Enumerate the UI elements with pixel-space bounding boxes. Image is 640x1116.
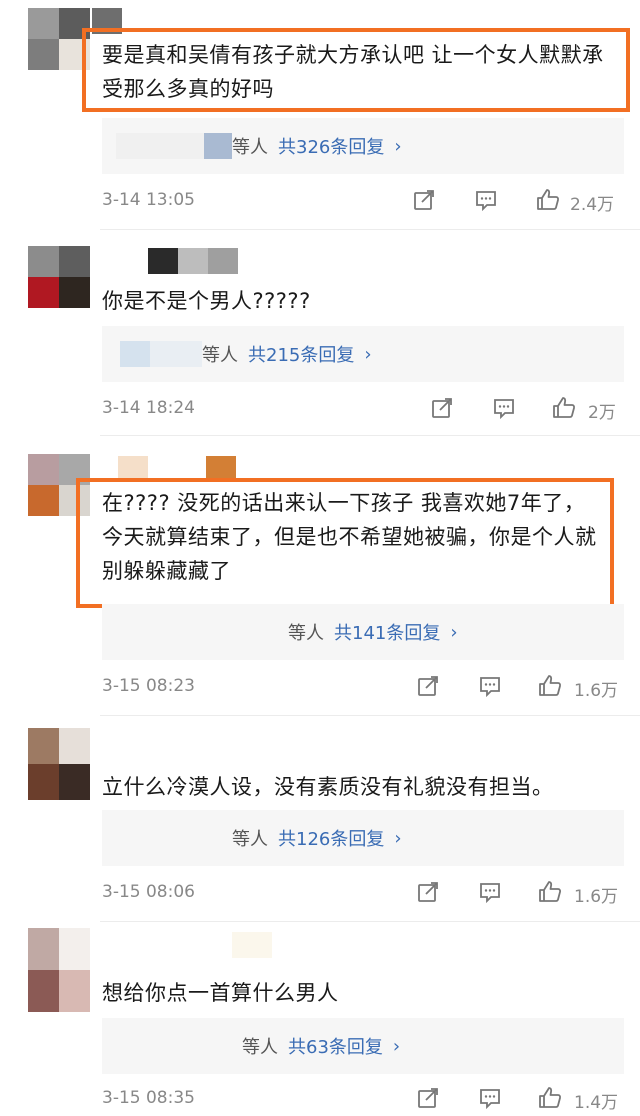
comment-meta: 3-15 08:23 1.6万 xyxy=(102,674,624,704)
like-count: 1.6万 xyxy=(574,681,619,701)
reply-user-blurred xyxy=(204,133,232,159)
comment-meta: 3-15 08:06 1.6万 xyxy=(102,880,624,910)
replies-preview[interactable]: 等人 共63条回复 › xyxy=(102,1018,624,1074)
reply-user-blurred xyxy=(150,341,202,367)
replies-who: 等人 xyxy=(288,623,324,644)
like-icon[interactable] xyxy=(552,396,576,420)
replies-count-link[interactable]: 共215条回复 xyxy=(248,341,354,367)
comment-text: 立什么冷漠人设，没有素质没有礼貌没有担当。 xyxy=(102,775,554,799)
like-icon[interactable] xyxy=(538,1086,562,1110)
chevron-right-icon: › xyxy=(392,1035,401,1057)
reply-user-blurred xyxy=(116,133,204,159)
reply-user-blurred xyxy=(102,825,232,851)
avatar[interactable] xyxy=(28,928,90,1012)
timestamp: 3-14 13:05 xyxy=(102,190,195,210)
like-count: 1.6万 xyxy=(574,887,619,907)
repost-icon[interactable] xyxy=(412,188,436,212)
reply-user-blurred xyxy=(102,619,288,645)
like-count: 1.4万 xyxy=(574,1093,619,1113)
comment-icon[interactable] xyxy=(478,880,502,904)
replies-count-link[interactable]: 共126条回复 xyxy=(278,825,384,851)
reply-user-blurred xyxy=(102,1033,242,1059)
replies-preview[interactable]: 等人 共215条回复 › xyxy=(102,326,624,382)
username-blurred[interactable] xyxy=(232,932,272,958)
chevron-right-icon: › xyxy=(394,135,402,157)
comment-icon[interactable] xyxy=(474,188,498,212)
timestamp: 3-14 18:24 xyxy=(102,398,195,418)
comment-meta: 3-15 08:35 1.4万 xyxy=(102,1086,624,1116)
comment-text: 想给你点一首算什么男人 xyxy=(102,981,339,1005)
comment-item: 你是不是个男人????? 等人 共215条回复 › 3-14 18:24 2万 xyxy=(0,230,640,436)
replies-who: 等人 xyxy=(232,137,268,158)
avatar[interactable] xyxy=(28,728,90,800)
replies-preview[interactable]: 等人 共326条回复 › xyxy=(102,118,624,174)
chevron-right-icon: › xyxy=(394,827,402,849)
timestamp: 3-15 08:35 xyxy=(102,1088,195,1108)
timestamp: 3-15 08:06 xyxy=(102,882,195,902)
replies-who: 等人 xyxy=(202,345,238,366)
username-blurred[interactable] xyxy=(148,248,238,274)
avatar[interactable] xyxy=(28,246,90,308)
replies-count-link[interactable]: 共141条回复 xyxy=(334,619,440,645)
repost-icon[interactable] xyxy=(430,396,454,420)
comment-item: 要是真和吴倩有孩子就大方承认吧 让一个女人默默承受那么多真的好吗 等人 共326… xyxy=(0,0,640,230)
avatar[interactable] xyxy=(28,8,90,70)
comment-text: 要是真和吴倩有孩子就大方承认吧 让一个女人默默承受那么多真的好吗 xyxy=(102,43,604,101)
replies-count-link[interactable]: 共63条回复 xyxy=(288,1033,383,1059)
repost-icon[interactable] xyxy=(416,880,440,904)
repost-icon[interactable] xyxy=(416,674,440,698)
comment-item: 想给你点一首算什么男人 等人 共63条回复 › 3-15 08:35 1.4万 xyxy=(0,922,640,1113)
replies-preview[interactable]: 等人 共126条回复 › xyxy=(102,810,624,866)
timestamp: 3-15 08:23 xyxy=(102,676,195,696)
replies-who: 等人 xyxy=(242,1037,278,1058)
comment-meta: 3-14 18:24 2万 xyxy=(102,396,624,426)
comment-text: 你是不是个男人????? xyxy=(102,289,311,313)
repost-icon[interactable] xyxy=(416,1086,440,1110)
chevron-right-icon: › xyxy=(364,343,372,365)
comment-icon[interactable] xyxy=(478,1086,502,1110)
like-icon[interactable] xyxy=(536,188,560,212)
replies-preview[interactable]: 等人 共141条回复 › xyxy=(102,604,624,660)
comment-icon[interactable] xyxy=(478,674,502,698)
comment-text: 在???? 没死的话出来认一下孩子 我喜欢她7年了，今天就算结束了，但是也不希望… xyxy=(102,491,597,583)
comment-item: 在???? 没死的话出来认一下孩子 我喜欢她7年了，今天就算结束了，但是也不希望… xyxy=(0,436,640,716)
comment-item: 立什么冷漠人设，没有素质没有礼貌没有担当。 等人 共126条回复 › 3-15 … xyxy=(0,716,640,922)
like-count: 2.4万 xyxy=(570,195,615,215)
chevron-right-icon: › xyxy=(450,621,458,643)
like-icon[interactable] xyxy=(538,674,562,698)
reply-user-blurred xyxy=(120,341,150,367)
replies-who: 等人 xyxy=(232,829,268,850)
like-count: 2万 xyxy=(588,403,616,423)
replies-count-link[interactable]: 共326条回复 xyxy=(278,133,384,159)
comment-meta: 3-14 13:05 2.4万 xyxy=(102,188,624,218)
like-icon[interactable] xyxy=(538,880,562,904)
comment-icon[interactable] xyxy=(492,396,516,420)
